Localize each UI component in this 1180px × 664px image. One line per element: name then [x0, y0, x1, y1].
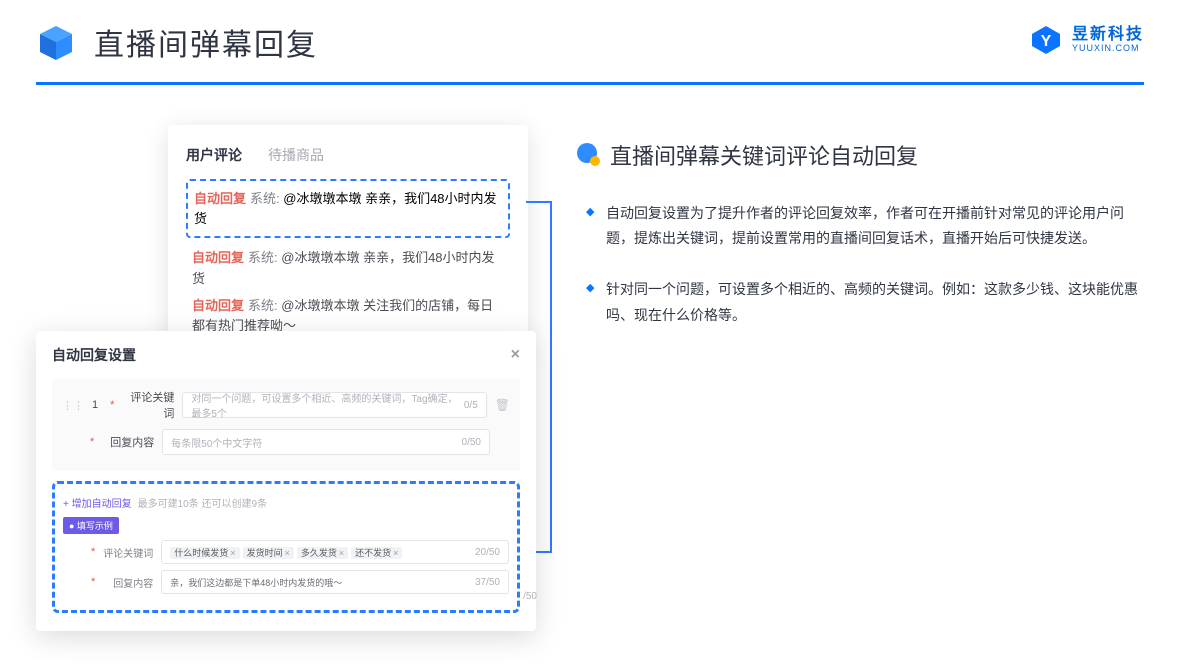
system-label: 系统: [250, 191, 280, 206]
required-mark: * [110, 399, 114, 411]
brand-name-en: YUUXIN.COM [1072, 44, 1144, 54]
drag-handle-icon[interactable]: ⋮⋮ [62, 399, 84, 412]
comment-row: 自动回复系统: @冰墩墩本墩 亲亲，我们48小时内发货 [186, 248, 510, 290]
bubble-icon [576, 142, 602, 168]
content-counter: 0/50 [462, 437, 481, 448]
tab-products[interactable]: 待播商品 [268, 145, 324, 165]
keyword-input[interactable]: 对同一个问题，可设置多个相近、高频的关键词，Tag确定，最多5个 0/5 [182, 392, 486, 418]
content-input[interactable]: 每条限50个中文字符 0/50 [162, 429, 490, 455]
auto-reply-tag: 自动回复 [192, 298, 244, 313]
brand-logo-icon: Y [1030, 24, 1062, 56]
required-mark: * [91, 546, 95, 558]
item-number: 1 [92, 399, 98, 411]
ex-keyword-label: 评论关键词 [103, 545, 153, 560]
outer-counter: /50 [523, 591, 537, 602]
svg-text:Y: Y [1041, 33, 1052, 50]
settings-modal: 自动回复设置 × ⋮⋮ 1 * 评论关键词 对同一个问题，可设置多个相近、高频的… [36, 331, 536, 631]
keyword-tag[interactable]: 多久发货× [297, 547, 348, 559]
required-mark: * [91, 576, 95, 588]
keyword-tag[interactable]: 发货时间× [243, 547, 294, 559]
bullet-list: 自动回复设置为了提升作者的评论回复效率，作者可在开播前针对常见的评论用户问题，提… [576, 201, 1144, 328]
add-hint: 最多可建10条 还可以创建9条 [138, 499, 267, 510]
keyword-tag[interactable]: 还不发货× [351, 547, 402, 559]
delete-icon[interactable]: 🗑 [495, 398, 510, 412]
example-badge: ● 填写示例 [63, 517, 119, 534]
content-label: 回复内容 [102, 434, 154, 450]
example-box: + 增加自动回复最多可建10条 还可以创建9条 ● 填写示例 * 评论关键词 什… [52, 481, 520, 613]
brand-name-cn: 昱新科技 [1072, 26, 1144, 44]
ex-keyword-input[interactable]: 什么时候发货× 发货时间×多久发货×还不发货× 20/50 [161, 540, 509, 564]
auto-reply-tag: 自动回复 [192, 250, 244, 265]
tab-comments[interactable]: 用户评论 [186, 145, 242, 165]
tabs: 用户评论 待播商品 [186, 145, 510, 165]
add-reply-link[interactable]: + 增加自动回复 [63, 495, 132, 510]
auto-reply-tag: 自动回复 [194, 191, 246, 206]
ex-content-counter: 37/50 [475, 577, 500, 588]
required-mark: * [90, 436, 94, 448]
brand-block: Y 昱新科技 YUUXIN.COM [1030, 24, 1144, 56]
modal-title: 自动回复设置 [52, 345, 136, 365]
placeholder-text: 每条限50个中文字符 [171, 435, 262, 450]
keyword-tag[interactable]: 什么时候发货× [170, 547, 239, 559]
ex-content-value: 亲，我们这边都是下单48小时内发货的哦～ [170, 576, 342, 589]
comments-panel: 用户评论 待播商品 自动回复系统: @冰墩墩本墩 亲亲，我们48小时内发货 自动… [168, 125, 528, 359]
keyword-counter: 0/5 [464, 400, 478, 411]
highlighted-comment: 自动回复系统: @冰墩墩本墩 亲亲，我们48小时内发货 [186, 179, 510, 238]
page-title: 直播间弹幕回复 [94, 20, 318, 64]
form-area: ⋮⋮ 1 * 评论关键词 对同一个问题，可设置多个相近、高频的关键词，Tag确定… [52, 379, 520, 471]
ex-content-label: 回复内容 [103, 575, 153, 590]
section-title-row: 直播间弹幕关键词评论自动回复 [576, 139, 1144, 171]
bullet-item: 针对同一个问题，可设置多个相近的、高频的关键词。例如：这款多少钱、这块能优惠吗、… [586, 277, 1144, 327]
system-label: 系统: [248, 298, 278, 313]
section-title: 直播间弹幕关键词评论自动回复 [610, 139, 918, 171]
bullet-item: 自动回复设置为了提升作者的评论回复效率，作者可在开播前针对常见的评论用户问题，提… [586, 201, 1144, 251]
ex-content-input[interactable]: 亲，我们这边都是下单48小时内发货的哦～ 37/50 [161, 570, 509, 594]
system-label: 系统: [248, 250, 278, 265]
tag-list: 什么时候发货× 发货时间×多久发货×还不发货× [170, 546, 405, 559]
ex-kw-counter: 20/50 [475, 547, 500, 558]
placeholder-text: 对同一个问题，可设置多个相近、高频的关键词，Tag确定，最多5个 [191, 390, 463, 420]
close-icon[interactable]: × [511, 346, 520, 364]
keyword-label: 评论关键词 [122, 389, 174, 421]
cube-logo-icon [36, 22, 76, 62]
